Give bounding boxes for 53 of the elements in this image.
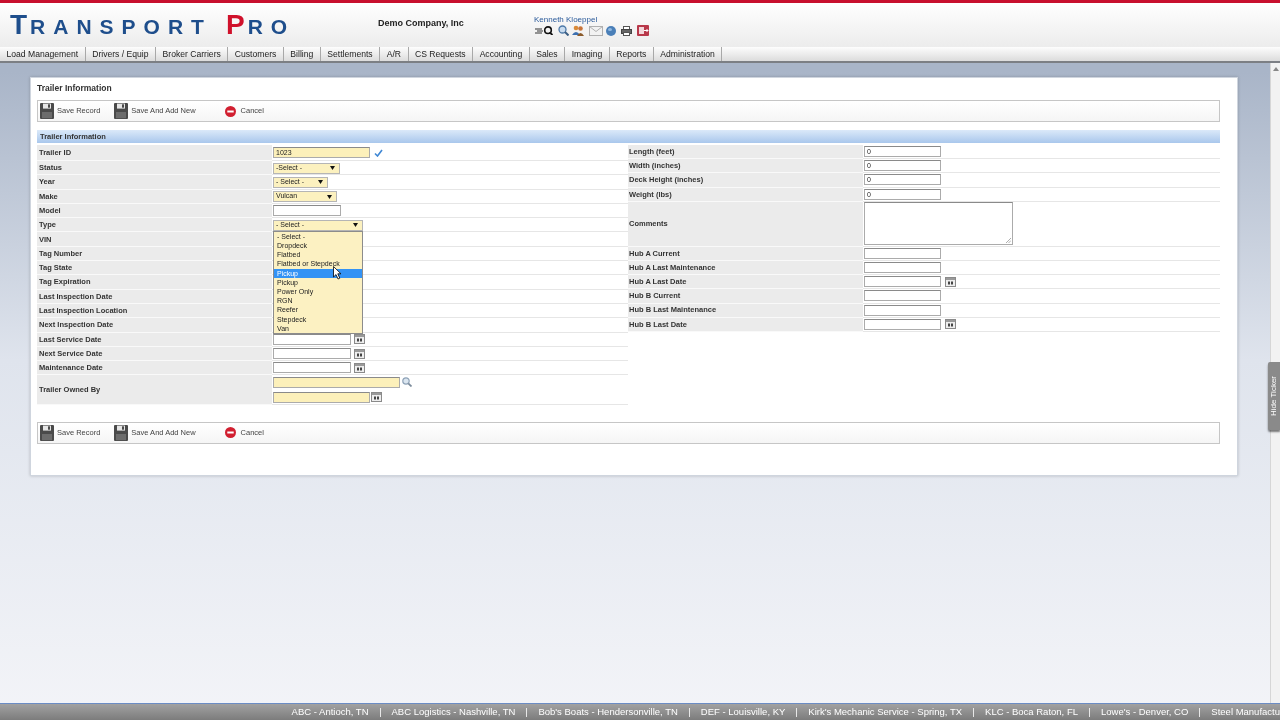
menu-item[interactable]: Administration [653, 47, 723, 61]
app-logo: TRANSPORT PRO [10, 11, 297, 39]
speed-q-icon[interactable] [535, 26, 555, 35]
printer-icon[interactable] [621, 25, 632, 36]
users-icon[interactable] [572, 25, 584, 36]
date-field[interactable] [273, 391, 370, 403]
comments-textarea[interactable] [864, 202, 1013, 246]
caret-down-icon [353, 223, 358, 228]
text-field[interactable] [864, 262, 941, 274]
text-field[interactable] [864, 290, 941, 302]
menu-item[interactable]: Broker Carriers [156, 47, 229, 61]
calendar-icon[interactable] [354, 334, 365, 345]
user-name-link[interactable]: Kenneth Kloeppel [534, 15, 649, 24]
text-field[interactable] [864, 247, 941, 259]
menu-item[interactable]: A/R [380, 47, 409, 61]
date-field[interactable] [273, 348, 351, 359]
menu-item[interactable]: Drivers / Equip [85, 47, 157, 61]
text-field[interactable] [864, 304, 941, 316]
menu-item[interactable]: Sales [529, 47, 566, 61]
menu-item[interactable]: Load Management [0, 47, 86, 61]
cancel-icon [224, 427, 236, 439]
menu-item[interactable]: Reports [609, 47, 654, 61]
calendar-icon[interactable] [354, 348, 365, 359]
menu-item[interactable]: Customers [228, 47, 284, 61]
search-icon[interactable] [402, 377, 412, 388]
date-field[interactable] [864, 318, 941, 330]
menu-item[interactable]: Accounting [473, 47, 530, 61]
text-field[interactable] [273, 205, 341, 217]
vertical-scrollbar[interactable] [1270, 63, 1280, 703]
exit-door-icon[interactable] [637, 25, 649, 36]
resize-grip-icon[interactable] [1006, 238, 1011, 244]
calendar-icon[interactable] [354, 362, 365, 373]
caret-down-icon [327, 194, 332, 199]
calendar-icon[interactable] [945, 319, 956, 330]
caret-down-icon [330, 166, 335, 171]
globe-icon[interactable] [606, 25, 616, 36]
scroll-up-arrow-icon[interactable] [1272, 67, 1279, 71]
search-icon[interactable] [558, 25, 569, 36]
menu-item[interactable]: Billing [283, 47, 321, 61]
calendar-icon[interactable] [371, 392, 382, 403]
menu-item[interactable]: Settlements [320, 47, 381, 61]
date-field[interactable] [864, 276, 941, 288]
menu-item[interactable]: CS Requests [408, 47, 474, 61]
cancel-icon [224, 105, 236, 117]
menu-item[interactable]: Imaging [565, 47, 610, 61]
date-field[interactable] [273, 362, 351, 374]
lookup-field[interactable] [273, 376, 400, 388]
company-name: Demo Company, Inc [378, 17, 465, 30]
date-field[interactable] [273, 333, 351, 345]
caret-down-icon [318, 180, 323, 185]
page-title: Trailer Information [37, 82, 113, 94]
calendar-icon[interactable] [945, 276, 956, 287]
envelope-icon[interactable] [589, 25, 603, 36]
